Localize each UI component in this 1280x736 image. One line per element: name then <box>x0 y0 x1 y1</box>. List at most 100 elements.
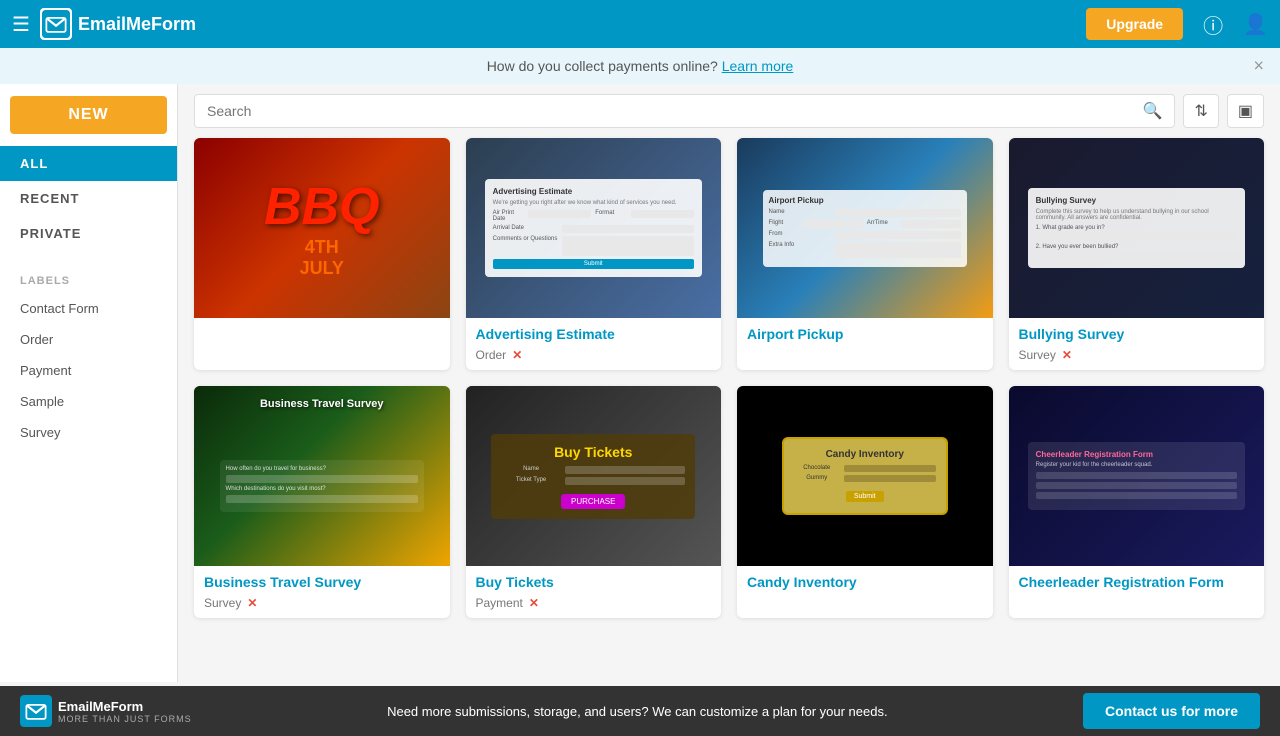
form-thumb-cheer: Cheerleader Registration Form Register y… <box>1009 386 1265 566</box>
tickets-title: Buy Tickets <box>501 444 685 460</box>
form-thumb-tickets: Buy Tickets Name Ticket Type PURCHASE <box>466 386 722 566</box>
form-card-title-candy: Candy Inventory <box>747 574 983 590</box>
travel-title-overlay: Business Travel Survey <box>194 398 450 410</box>
airport-mock-title: Airport Pickup <box>769 196 961 205</box>
tag-survey-travel: Survey <box>204 596 241 610</box>
new-button[interactable]: NEW <box>10 96 167 134</box>
form-thumb-candy: Candy Inventory Chocolate Gummy Submit <box>737 386 993 566</box>
form-card-title-tickets: Buy Tickets <box>476 574 712 590</box>
form-card-title-airport: Airport Pickup <box>747 326 983 342</box>
bottom-message: Need more submissions, storage, and user… <box>208 704 1067 719</box>
help-icon[interactable]: ⓘ <box>1203 10 1223 39</box>
tickets-row-1: Name <box>501 466 685 474</box>
bottom-logo-name: EmailMeForm <box>58 699 192 714</box>
sidebar-nav: ALL RECENT PRIVATE <box>0 146 177 261</box>
bottom-logo-sub: MORE THAN JUST FORMS <box>58 714 192 724</box>
user-icon[interactable]: 👤 <box>1243 12 1268 37</box>
tag-survey-bullying-remove[interactable]: ✕ <box>1062 348 1072 362</box>
form-card-buy-tickets[interactable]: Buy Tickets Name Ticket Type PURCHASE <box>466 386 722 618</box>
sidebar-item-private[interactable]: PRIVATE <box>0 216 177 251</box>
bottom-logo-text-group: EmailMeForm MORE THAN JUST FORMS <box>58 699 192 724</box>
tag-payment-tickets-remove[interactable]: ✕ <box>529 596 539 610</box>
form-card-title-bullying: Bullying Survey <box>1019 326 1255 342</box>
form-thumb-bbq: BBQ 4THJULY <box>194 138 450 318</box>
form-card-advertising-estimate[interactable]: Advertising Estimate We're getting you r… <box>466 138 722 370</box>
bullying-mock-desc: Complete this survey to help us understa… <box>1036 209 1237 221</box>
tickets-bg: Buy Tickets Name Ticket Type PURCHASE <box>466 386 722 566</box>
form-card-title-travel: Business Travel Survey <box>204 574 440 590</box>
form-card-body-candy: Candy Inventory <box>737 566 993 604</box>
sidebar-item-recent[interactable]: RECENT <box>0 181 177 216</box>
menu-icon[interactable]: ☰ <box>12 12 30 37</box>
logo: EmailMeForm <box>40 8 196 40</box>
sidebar-label-order[interactable]: Order <box>0 324 177 355</box>
form-thumb-airport: Airport Pickup Name Flight ArrTime <box>737 138 993 318</box>
form-card-body-travel: Business Travel Survey Survey ✕ <box>194 566 450 618</box>
tag-payment-tickets: Payment <box>476 596 523 610</box>
banner-close-icon[interactable]: × <box>1253 56 1264 77</box>
adv-row-1: Air Print Date Format <box>493 210 694 222</box>
sort-view-button[interactable]: ⇅ <box>1183 94 1218 128</box>
form-card-business-travel[interactable]: Business Travel Survey How often do you … <box>194 386 450 618</box>
bbq-date: 4THJULY <box>264 237 380 279</box>
tickets-purchase-btn: PURCHASE <box>561 494 625 509</box>
tag-survey-travel-remove[interactable]: ✕ <box>247 596 257 610</box>
bullying-thumb-inner: Bullying Survey Complete this survey to … <box>1028 188 1245 268</box>
candy-row-1: Chocolate <box>794 465 936 472</box>
bottom-bar: EmailMeForm MORE THAN JUST FORMS Need mo… <box>0 686 1280 736</box>
adv-mock-subtitle: We're getting you right after we know wh… <box>493 200 694 206</box>
tag-survey-bullying: Survey <box>1019 348 1056 362</box>
content-area: 🔍 ⇅ ▣ BBQ 4THJULY <box>178 84 1280 682</box>
form-card-cheerleader[interactable]: Cheerleader Registration Form Register y… <box>1009 386 1265 618</box>
search-box: 🔍 <box>194 94 1175 128</box>
sidebar-label-contact-form[interactable]: Contact Form <box>0 293 177 324</box>
form-card-title-adv: Advertising Estimate <box>476 326 712 342</box>
adv-submit-btn: Submit <box>493 259 694 269</box>
travel-bg: Business Travel Survey How often do you … <box>194 386 450 566</box>
logo-text: EmailMeForm <box>78 14 196 35</box>
candy-inner: Candy Inventory Chocolate Gummy Submit <box>782 437 948 515</box>
upgrade-button[interactable]: Upgrade <box>1086 8 1183 40</box>
form-card-title-cheer: Cheerleader Registration Form <box>1019 574 1255 590</box>
form-thumb-travel: Business Travel Survey How often do you … <box>194 386 450 566</box>
form-card-body-airport: Airport Pickup <box>737 318 993 356</box>
travel-inner: How often do you travel for business? Wh… <box>220 460 424 512</box>
sidebar-label-sample[interactable]: Sample <box>0 386 177 417</box>
bullying-mock-title: Bullying Survey <box>1036 196 1237 205</box>
sidebar-label-payment[interactable]: Payment <box>0 355 177 386</box>
airport-thumb-inner: Airport Pickup Name Flight ArrTime <box>763 190 967 267</box>
tag-order-remove[interactable]: ✕ <box>512 348 522 362</box>
search-icon: 🔍 <box>1143 101 1163 121</box>
labels-section-title: LABELS <box>0 261 177 293</box>
banner-link[interactable]: Learn more <box>722 58 794 74</box>
sidebar-label-survey[interactable]: Survey <box>0 417 177 448</box>
logo-icon <box>40 8 72 40</box>
grid-view-button[interactable]: ▣ <box>1227 94 1264 128</box>
form-card-body-cheer: Cheerleader Registration Form <box>1009 566 1265 604</box>
form-card-bbq[interactable]: BBQ 4THJULY <box>194 138 450 370</box>
search-input[interactable] <box>207 103 1143 119</box>
form-card-tags-travel: Survey ✕ <box>204 596 440 610</box>
form-thumb-adv: Advertising Estimate We're getting you r… <box>466 138 722 318</box>
form-card-candy-inventory[interactable]: Candy Inventory Chocolate Gummy Submit <box>737 386 993 618</box>
airport-row-4: Extra Info <box>769 242 961 258</box>
adv-row-2: Arrival Date <box>493 225 694 233</box>
airport-row-3: From <box>769 231 961 239</box>
airport-row-2: Flight ArrTime <box>769 220 961 228</box>
form-card-tags-bullying: Survey ✕ <box>1019 348 1255 362</box>
contact-us-button[interactable]: Contact us for more <box>1083 693 1260 729</box>
form-card-tags-adv: Order ✕ <box>476 348 712 362</box>
form-card-body-bullying: Bullying Survey Survey ✕ <box>1009 318 1265 370</box>
candy-submit-btn: Submit <box>846 491 884 502</box>
tickets-inner: Buy Tickets Name Ticket Type PURCHASE <box>491 434 695 519</box>
topbar: ☰ EmailMeForm Upgrade ⓘ 👤 <box>0 0 1280 48</box>
forms-grid: BBQ 4THJULY Advertising Estimate We're g… <box>178 138 1280 634</box>
bullying-q1: 1. What grade are you in? <box>1036 225 1237 231</box>
sidebar-item-all[interactable]: ALL <box>0 146 177 181</box>
form-card-bullying-survey[interactable]: Bullying Survey Complete this survey to … <box>1009 138 1265 370</box>
form-card-body-tickets: Buy Tickets Payment ✕ <box>466 566 722 618</box>
form-card-body-bbq <box>194 318 450 340</box>
form-card-airport-pickup[interactable]: Airport Pickup Name Flight ArrTime <box>737 138 993 370</box>
form-card-tags-tickets: Payment ✕ <box>476 596 712 610</box>
cheer-inner: Cheerleader Registration Form Register y… <box>1028 442 1245 510</box>
